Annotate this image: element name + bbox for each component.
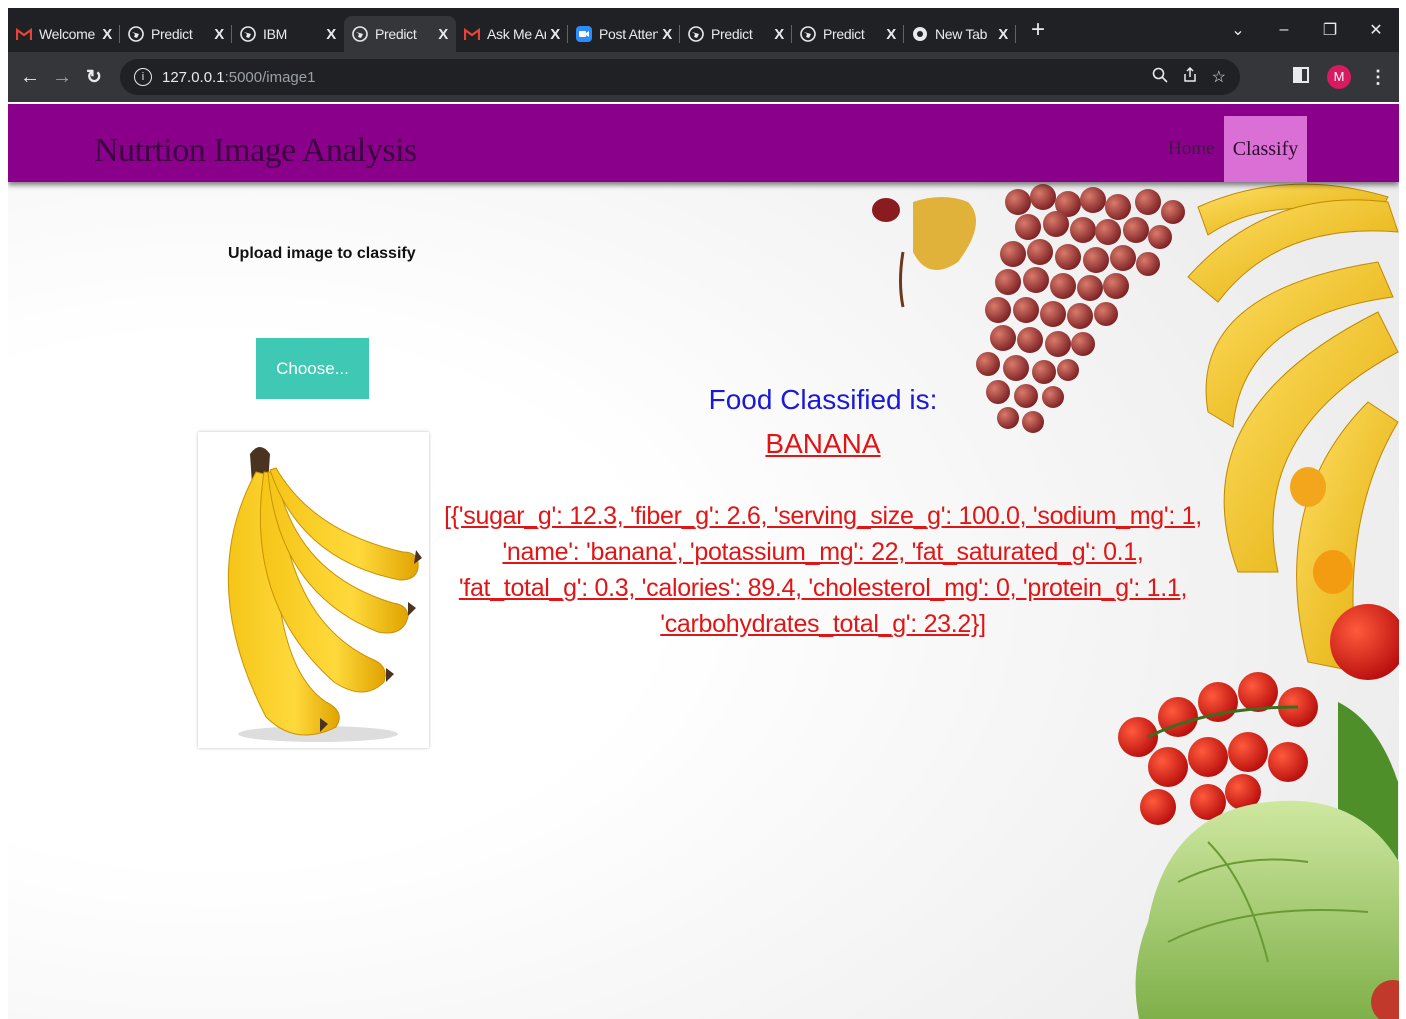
reload-icon[interactable]: ↻ <box>78 66 110 89</box>
globe-icon <box>352 26 368 42</box>
zoom-magnifier-icon[interactable] <box>1152 67 1168 88</box>
browser-tab-strip: Welcome t X Predict X IBM X Predict X As… <box>8 8 1399 52</box>
tab-search-icon[interactable]: ⌄ <box>1215 20 1261 40</box>
site-info-icon[interactable]: i <box>134 68 152 86</box>
classification-result: Food Classified is: BANANA [{'sugar_g': … <box>428 384 1218 642</box>
url-host: 127.0.0.1 <box>162 68 225 86</box>
zoom-icon <box>576 26 592 42</box>
close-tab-icon[interactable]: X <box>774 26 784 43</box>
forward-arrow-icon[interactable]: → <box>46 66 78 89</box>
site-brand[interactable]: Nutrtion Image Analysis <box>94 132 417 170</box>
side-panel-icon[interactable] <box>1293 66 1309 88</box>
globe-icon <box>800 26 816 42</box>
banana-image <box>227 447 422 742</box>
browser-tab[interactable]: Predict X <box>120 16 232 52</box>
browser-tab[interactable]: Welcome t X <box>8 16 120 52</box>
globe-icon <box>128 26 144 42</box>
globe-icon <box>688 26 704 42</box>
upload-title: Upload image to classify <box>228 245 416 262</box>
new-tab-button[interactable]: + <box>1024 16 1052 44</box>
menu-kebab-icon[interactable]: ⋮ <box>1369 67 1387 88</box>
close-tab-icon[interactable]: X <box>438 26 448 43</box>
classified-food-name[interactable]: BANANA <box>428 428 1218 460</box>
url-bar[interactable]: i 127.0.0.1:5000/image1 ☆ <box>120 59 1240 95</box>
browser-tab[interactable]: New Tab X <box>904 16 1016 52</box>
close-tab-icon[interactable]: X <box>886 26 896 43</box>
share-icon[interactable] <box>1182 66 1198 88</box>
close-tab-icon[interactable]: X <box>326 26 336 43</box>
chrome-icon <box>912 26 928 42</box>
nav-home-link[interactable]: Home <box>1168 138 1214 160</box>
gmail-icon <box>16 26 32 42</box>
result-label: Food Classified is: <box>708 384 938 415</box>
globe-icon <box>240 26 256 42</box>
uploaded-image-preview <box>198 432 429 748</box>
browser-tab[interactable]: Predict X <box>680 16 792 52</box>
close-tab-icon[interactable]: X <box>214 26 224 43</box>
choose-file-button[interactable]: Choose... <box>256 338 369 399</box>
browser-tab[interactable]: Post Atten X <box>568 16 680 52</box>
close-tab-icon[interactable]: X <box>550 26 560 43</box>
restore-icon[interactable]: ❐ <box>1307 20 1353 40</box>
site-header: Nutrtion Image Analysis Home Classify <box>8 104 1399 182</box>
bookmark-star-icon[interactable]: ☆ <box>1212 67 1226 87</box>
back-arrow-icon[interactable]: ← <box>14 66 46 89</box>
close-tab-icon[interactable]: X <box>662 26 672 43</box>
browser-tab-active[interactable]: Predict X <box>344 16 456 52</box>
url-path: :5000/image1 <box>224 68 316 86</box>
browser-tab[interactable]: Predict X <box>792 16 904 52</box>
nutrition-info-text[interactable]: [{'sugar_g': 12.3, 'fiber_g': 2.6, 'serv… <box>428 498 1218 642</box>
nav-classify-link[interactable]: Classify <box>1224 116 1307 182</box>
window-close-icon[interactable]: ✕ <box>1353 20 1399 40</box>
close-tab-icon[interactable]: X <box>998 26 1008 43</box>
web-page: Nutrtion Image Analysis Home Classify Up… <box>8 104 1399 1019</box>
gmail-icon <box>464 26 480 42</box>
browser-tab[interactable]: Ask Me Ar X <box>456 16 568 52</box>
profile-avatar[interactable]: M <box>1327 65 1351 89</box>
browser-tab[interactable]: IBM X <box>232 16 344 52</box>
minimize-icon[interactable]: – <box>1261 21 1307 39</box>
address-toolbar: ← → ↻ i 127.0.0.1:5000/image1 ☆ M ⋮ <box>8 52 1399 102</box>
close-tab-icon[interactable]: X <box>102 26 112 43</box>
